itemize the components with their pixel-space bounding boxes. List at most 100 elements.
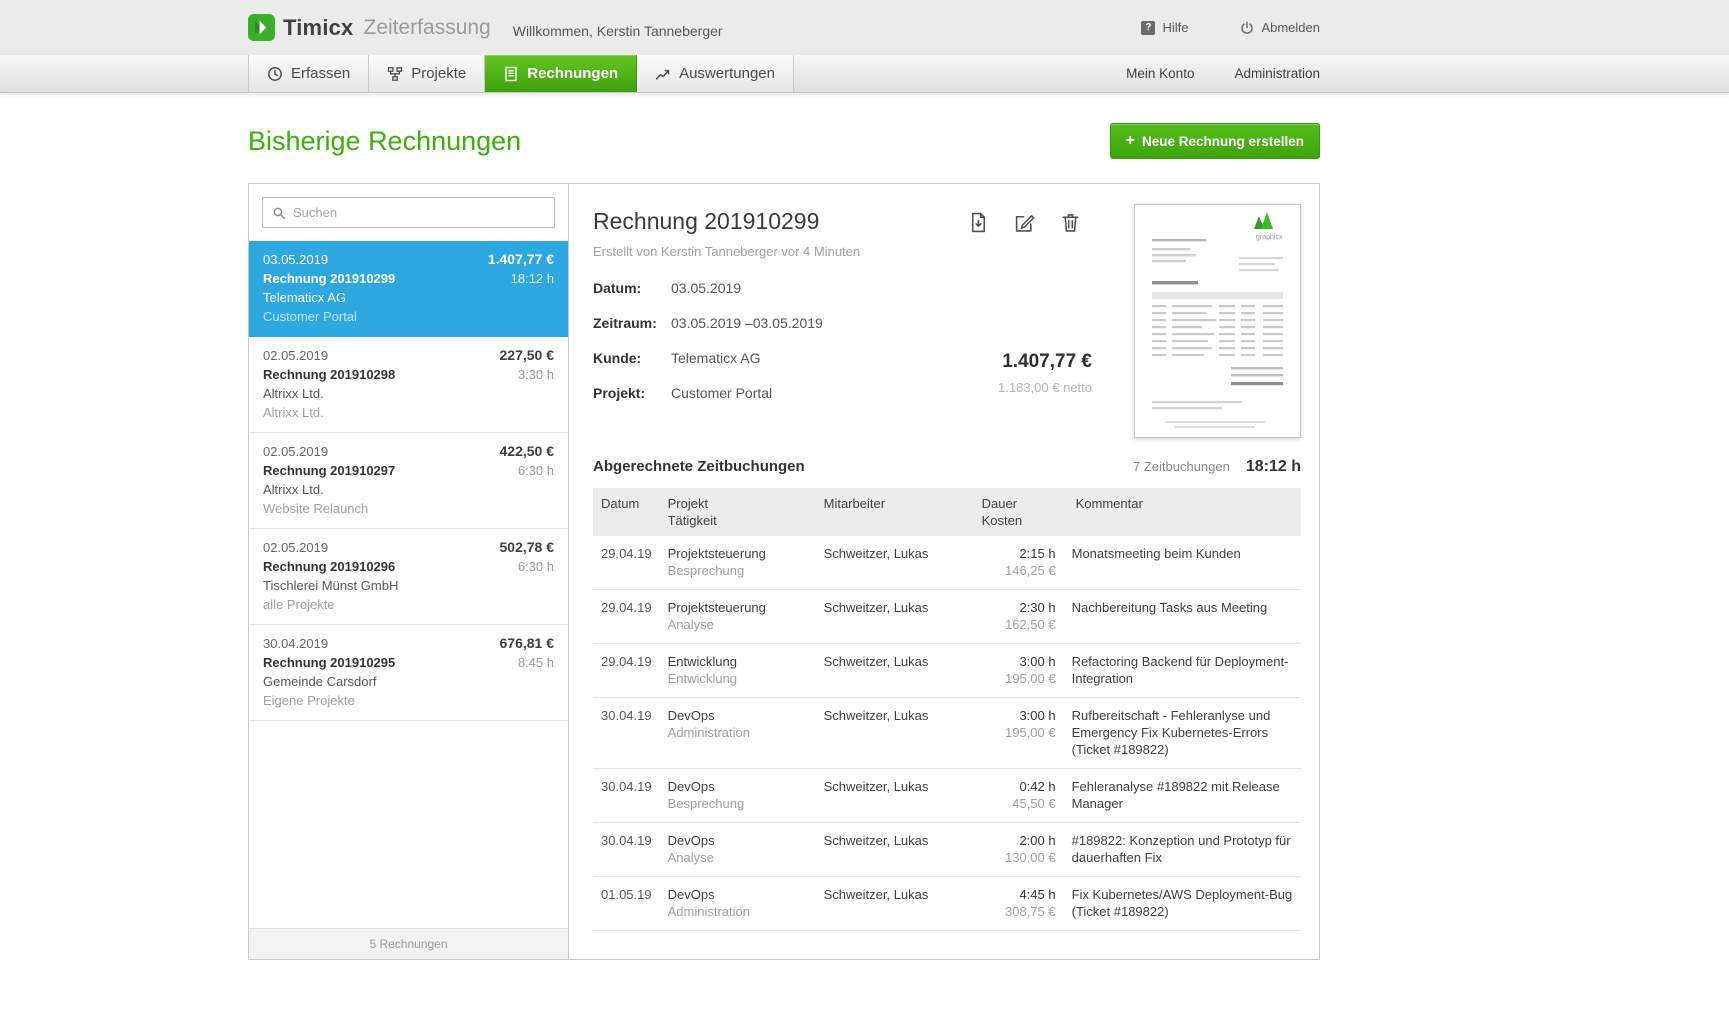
invoice-list-item[interactable]: 03.05.2019 1.407,77 € Rechnung 201910299… [249, 241, 568, 337]
new-invoice-button[interactable]: + Neue Rechnung erstellen [1110, 123, 1320, 159]
logout-link[interactable]: Abmelden [1240, 20, 1320, 35]
booking-date: 30.04.19 [593, 698, 660, 769]
pdf-download-button[interactable] [968, 212, 989, 233]
brand-block: Timicx Zeiterfassung Willkommen, Kerstin… [248, 14, 723, 41]
booking-duration-cell: 0:42 h 45,50 € [974, 769, 1064, 823]
booking-comment: Fehleranalyse #189822 mit Release Manage… [1064, 769, 1301, 823]
booking-activity: Analyse [668, 616, 808, 633]
invoice-date: 02.05.2019 [263, 442, 328, 461]
invoice-date: 02.05.2019 [263, 346, 328, 365]
booking-project-cell: DevOps Besprechung [660, 769, 816, 823]
logout-label: Abmelden [1261, 20, 1320, 35]
booking-comment: Rufbereitschaft - Fehleranlyse und Emerg… [1064, 698, 1301, 769]
brand-suffix: Zeiterfassung [364, 16, 491, 40]
search-input[interactable] [293, 205, 545, 220]
invoice-amount: 502,78 € [500, 538, 555, 557]
booking-activity: Besprechung [668, 795, 808, 812]
booking-row: 29.04.19 Entwicklung Entwicklung Schweit… [593, 644, 1301, 698]
tab-label: Projekte [411, 65, 466, 82]
booking-project-cell: Entwicklung Entwicklung [660, 644, 816, 698]
field-label-datum: Datum: [593, 279, 671, 297]
col-header-datum: Datum [593, 488, 660, 536]
bookings-table: Datum Projekt Tätigkeit Mitarbeiter Daue… [593, 488, 1301, 931]
field-value-zeitraum: 03.05.2019 –03.05.2019 [671, 314, 823, 332]
delete-button[interactable] [1060, 212, 1081, 233]
invoice-date: 30.04.2019 [263, 634, 328, 653]
booking-comment: Refactoring Backend für Deployment-Integ… [1064, 644, 1301, 698]
invoice-hours: 6:30 h [518, 557, 554, 576]
invoice-amount: 676,81 € [500, 634, 555, 653]
booking-employee: Schweitzer, Lukas [816, 698, 974, 769]
field-value-kunde: Telematicx AG [671, 349, 760, 367]
clock-icon [267, 66, 283, 82]
help-link[interactable]: ? Hilfe [1141, 20, 1188, 35]
tab-auswertungen[interactable]: Auswertungen [637, 55, 794, 92]
nav-mein-konto[interactable]: Mein Konto [1126, 66, 1194, 81]
tab-label: Erfassen [291, 65, 350, 82]
booking-cost: 130,00 € [982, 849, 1056, 866]
nav-bar: Erfassen Projekte Rechnungen Auswert [0, 55, 1729, 93]
col-header-mitarbeiter: Mitarbeiter [816, 488, 974, 536]
plus-icon: + [1126, 133, 1135, 149]
booking-project: Entwicklung [668, 653, 808, 670]
edit-pencil-icon [1014, 212, 1035, 233]
invoice-list-item[interactable]: 02.05.2019 422,50 € Rechnung 201910297 6… [249, 433, 568, 529]
invoice-project: Eigene Projekte [263, 691, 554, 710]
invoice-project: Altrixx Ltd. [263, 403, 554, 422]
invoice-customer: Tischlerei Münst GmbH [263, 576, 554, 595]
welcome-text: Willkommen, Kerstin Tanneberger [513, 17, 723, 39]
help-icon: ? [1141, 21, 1155, 35]
tab-erfassen[interactable]: Erfassen [248, 55, 369, 92]
booking-row: 01.05.19 DevOps Administration Schweitze… [593, 877, 1301, 931]
booking-comment: #189822: Konzeption und Prototyp für dau… [1064, 823, 1301, 877]
invoice-preview-thumbnail[interactable]: graphicx [1134, 204, 1301, 438]
booking-employee: Schweitzer, Lukas [816, 769, 974, 823]
invoice-amount: 1.407,77 € [488, 250, 554, 269]
booking-project-cell: DevOps Administration [660, 877, 816, 931]
search-icon [272, 206, 286, 220]
booking-duration-cell: 3:00 h 195,00 € [974, 644, 1064, 698]
help-label: Hilfe [1162, 20, 1188, 35]
invoice-number: Rechnung 201910299 [263, 269, 395, 288]
invoice-number: Rechnung 201910295 [263, 653, 395, 672]
booking-activity: Besprechung [668, 562, 808, 579]
invoice-list-item[interactable]: 02.05.2019 227,50 € Rechnung 201910298 3… [249, 337, 568, 433]
invoice-number: Rechnung 201910298 [263, 365, 395, 384]
nav-administration[interactable]: Administration [1234, 66, 1320, 81]
hierarchy-icon [387, 66, 403, 82]
booking-duration: 4:45 h [982, 886, 1056, 903]
invoice-date: 02.05.2019 [263, 538, 328, 557]
tab-rechnungen[interactable]: Rechnungen [485, 55, 637, 92]
main-tabs: Erfassen Projekte Rechnungen Auswert [248, 55, 794, 92]
timicx-logo-icon [248, 14, 275, 41]
booking-date: 29.04.19 [593, 590, 660, 644]
invoice-list-panel: 03.05.2019 1.407,77 € Rechnung 201910299… [249, 184, 569, 959]
invoice-list-item[interactable]: 30.04.2019 676,81 € Rechnung 201910295 8… [249, 625, 568, 721]
booking-employee: Schweitzer, Lukas [816, 644, 974, 698]
field-label-zeitraum: Zeitraum: [593, 314, 671, 332]
invoice-count-footer: 5 Rechnungen [249, 928, 568, 959]
booking-employee: Schweitzer, Lukas [816, 590, 974, 644]
bookings-count: 7 Zeitbuchungen [1133, 459, 1230, 474]
field-label-kunde: Kunde: [593, 349, 671, 367]
booking-date: 30.04.19 [593, 769, 660, 823]
booking-project: Projektsteuerung [668, 545, 808, 562]
booking-comment: Nachbereitung Tasks aus Meeting [1064, 590, 1301, 644]
booking-project: DevOps [668, 707, 808, 724]
booking-duration: 2:30 h [982, 599, 1056, 616]
booking-date: 30.04.19 [593, 823, 660, 877]
brand-name: Timicx [283, 15, 354, 41]
new-invoice-label: Neue Rechnung erstellen [1142, 134, 1304, 149]
tab-projekte[interactable]: Projekte [369, 55, 485, 92]
invoice-list-item[interactable]: 02.05.2019 502,78 € Rechnung 201910296 6… [249, 529, 568, 625]
booking-employee: Schweitzer, Lukas [816, 823, 974, 877]
invoice-number: Rechnung 201910297 [263, 461, 395, 480]
booking-duration-cell: 4:45 h 308,75 € [974, 877, 1064, 931]
col-header-kommentar: Kommentar [1064, 488, 1301, 536]
edit-button[interactable] [1014, 212, 1035, 233]
bookings-total-hours: 18:12 h [1246, 458, 1301, 476]
svg-text:graphicx: graphicx [1256, 234, 1283, 241]
field-label-projekt: Projekt: [593, 384, 671, 402]
tab-label: Auswertungen [679, 65, 775, 82]
invoice-project: alle Projekte [263, 595, 554, 614]
